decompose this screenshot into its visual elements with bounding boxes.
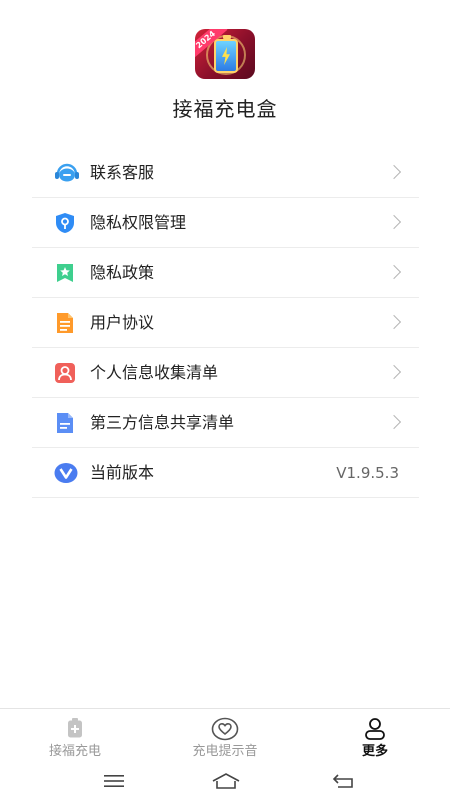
chevron-right-icon [386, 264, 402, 280]
menu-item-user-agreement[interactable]: 用户协议 [32, 298, 419, 348]
app-name: 接福充电盒 [172, 97, 278, 121]
tab-charging-sound[interactable]: 充电提示音 [150, 709, 300, 765]
menu-item-label: 联系客服 [90, 163, 155, 182]
version-number: V1.9.5.3 [336, 464, 399, 482]
chevron-right-icon [386, 364, 402, 380]
tab-more[interactable]: 更多 [300, 709, 450, 765]
tab-charging[interactable]: 接福充电 [0, 709, 150, 765]
menu-item-label: 个人信息收集清单 [90, 363, 219, 382]
tab-label: 接福充电 [48, 744, 101, 759]
tab-label: 充电提示音 [192, 744, 258, 759]
privacy-shield-icon [54, 212, 76, 234]
menu-item-privacy-permissions[interactable]: 隐私权限管理 [32, 198, 419, 248]
bookmark-star-icon [54, 262, 76, 284]
menu-item-contact-support[interactable]: 联系客服 [32, 148, 419, 198]
tab-label: 更多 [361, 744, 388, 759]
headset-icon [54, 162, 79, 184]
chevron-right-icon [386, 314, 402, 330]
menu-item-label: 用户协议 [90, 313, 155, 332]
menu-icon[interactable] [102, 771, 128, 791]
menu-item-label: 第三方信息共享清单 [90, 413, 235, 432]
battery-icon [214, 35, 238, 73]
menu-item-third-party-sharing[interactable]: 第三方信息共享清单 [32, 398, 419, 448]
home-icon[interactable] [211, 771, 240, 791]
menu-item-personal-info-list[interactable]: 个人信息收集清单 [32, 348, 419, 398]
lightning-bolt-icon [222, 47, 230, 65]
menu-item-label: 隐私政策 [90, 263, 155, 282]
document-icon [54, 312, 76, 334]
version-v-icon [54, 462, 78, 484]
bottom-tab-bar: 接福充电 充电提示音 更多 [0, 708, 450, 764]
menu-item-label: 隐私权限管理 [90, 213, 187, 232]
system-navigation-bar [0, 764, 450, 800]
menu-item-label: 当前版本 [90, 463, 155, 482]
chevron-right-icon [386, 414, 402, 430]
header: 2024 接福充电盒 [0, 0, 450, 140]
menu-item-current-version[interactable]: 当前版本 V1.9.5.3 [32, 448, 419, 498]
menu-item-privacy-policy[interactable]: 隐私政策 [32, 248, 419, 298]
chevron-right-icon [386, 214, 402, 230]
person-card-icon [54, 362, 76, 384]
back-icon[interactable] [332, 771, 358, 791]
file-lines-icon [54, 412, 76, 434]
settings-menu: 联系客服 隐私权限管理 隐私政策 用户协议 个人信息收集清单 第三方信息共享清单… [32, 148, 419, 498]
chevron-right-icon [386, 164, 402, 180]
app-logo: 2024 [195, 29, 255, 79]
